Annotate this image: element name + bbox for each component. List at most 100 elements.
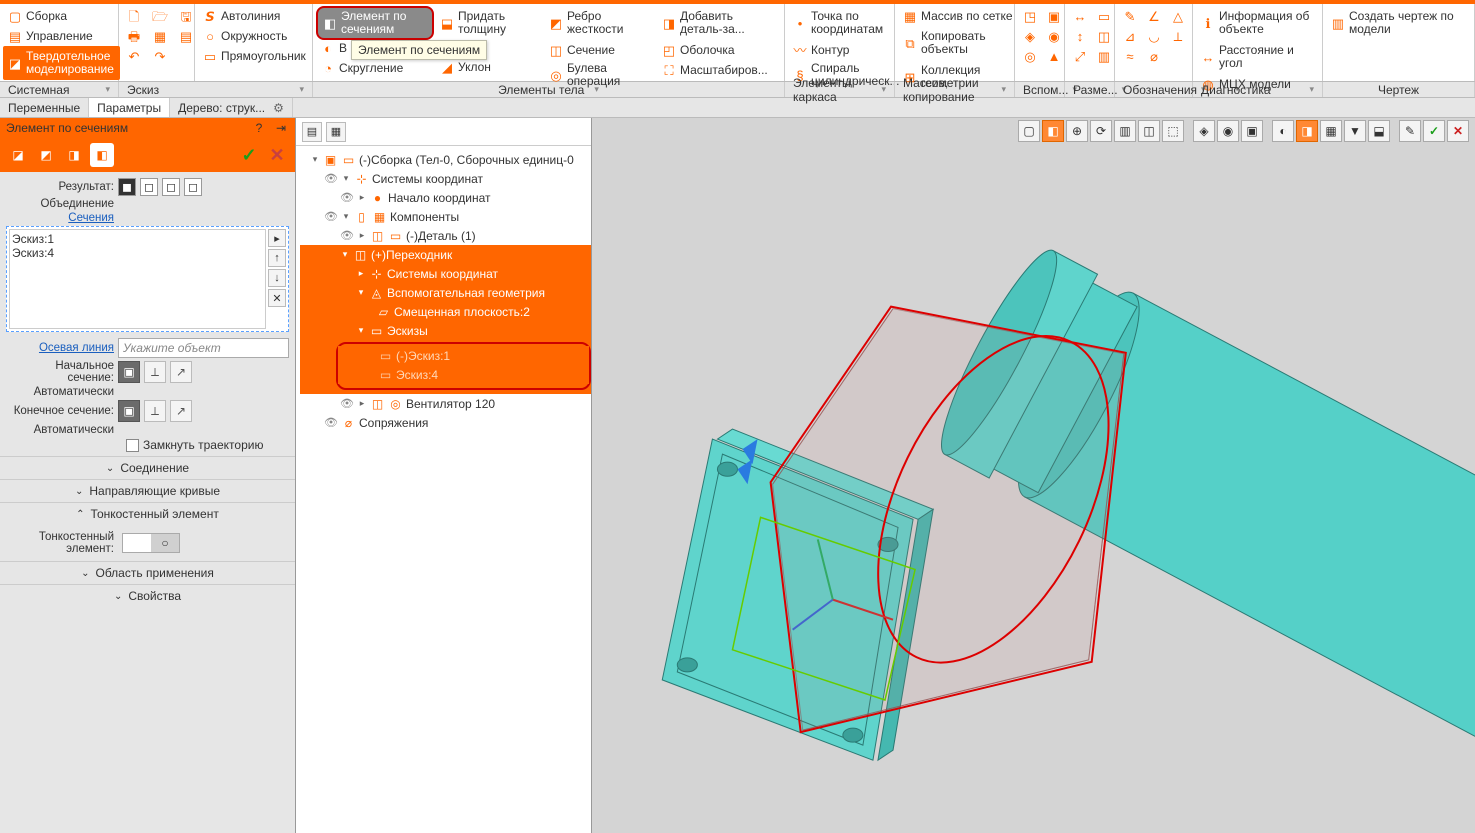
manage-icon: ▤ bbox=[7, 28, 23, 44]
sections-link[interactable]: Сечения bbox=[6, 212, 114, 224]
result-opt3[interactable]: ◻ bbox=[162, 178, 180, 196]
tree-origin[interactable]: 👁▸●Начало координат bbox=[300, 188, 591, 207]
thicken-btn[interactable]: ⬓Придать толщину bbox=[435, 6, 543, 40]
distance-btn[interactable]: ↔Расстояние и угол bbox=[1196, 40, 1319, 74]
assembly-btn[interactable]: ▢Сборка bbox=[3, 6, 120, 26]
tree-panel: ▤ ▦ ▾▣▭(-)Сборка (Тел-0, Сборочных едини… bbox=[296, 118, 592, 833]
draft-btn[interactable]: ◢Уклон bbox=[435, 57, 543, 77]
tree-root[interactable]: ▾▣▭(-)Сборка (Тел-0, Сборочных единиц-0 bbox=[300, 150, 591, 169]
cancel-btn[interactable]: ✕ bbox=[265, 143, 289, 167]
undo-btn[interactable]: ↶ bbox=[122, 46, 146, 66]
boolean-btn[interactable]: ◎Булева операция bbox=[544, 60, 656, 90]
new-btn[interactable]: 🗋 bbox=[122, 6, 146, 26]
print-btn[interactable]: 🖶 bbox=[122, 26, 146, 46]
tree-cs[interactable]: 👁▾⊹Системы координат bbox=[300, 169, 591, 188]
thin-toggle[interactable]: ○ bbox=[122, 533, 180, 553]
fillet-icon: ◔ bbox=[320, 60, 336, 76]
tab-tree[interactable]: Дерево: струк...⚙ bbox=[170, 98, 293, 117]
sketch-icon: ▭ bbox=[369, 323, 384, 338]
list-down[interactable]: ↓ bbox=[268, 269, 286, 287]
manage-btn[interactable]: ▤Управление bbox=[3, 26, 120, 46]
section-item[interactable]: Эскиз:1 bbox=[12, 232, 263, 246]
autoline-btn[interactable]: 𝙎Автолиния bbox=[198, 6, 310, 26]
copy-obj-btn[interactable]: ⧉Копировать объекты bbox=[898, 26, 1017, 60]
mode-1[interactable]: ◪ bbox=[6, 143, 30, 167]
sections-list[interactable]: Эскиз:1 Эскиз:4 ▸ ↑ ↓ ✕ bbox=[6, 226, 289, 332]
solid-modeling-btn[interactable]: ◪Твердотельное моделирование bbox=[3, 46, 120, 80]
tree-mode-1[interactable]: ▤ bbox=[302, 122, 322, 142]
tree-fan[interactable]: 👁▸◫◎Вентилятор 120 bbox=[300, 394, 591, 413]
section-item[interactable]: Эскиз:4 bbox=[12, 246, 263, 260]
tree-sketch4[interactable]: ▭Эскиз:4 bbox=[338, 365, 589, 384]
acc-join[interactable]: ⌄Соединение bbox=[0, 456, 295, 479]
tab-variables[interactable]: Переменные bbox=[0, 98, 89, 117]
mode-4[interactable]: ◧ bbox=[90, 143, 114, 167]
bool-icon: ◎ bbox=[548, 67, 564, 83]
info-btn[interactable]: ℹИнформация об объекте bbox=[1196, 6, 1319, 40]
mates-icon: ⌀ bbox=[341, 415, 356, 430]
tree-mates[interactable]: 👁⌀Сопряжения bbox=[300, 413, 591, 432]
panel-header: Элемент по сечениям ? ⇥ bbox=[0, 118, 295, 138]
tree-mode-2[interactable]: ▦ bbox=[326, 122, 346, 142]
contour-btn[interactable]: 〰Контур bbox=[788, 40, 903, 60]
start-pick[interactable]: ▣ bbox=[118, 361, 140, 383]
pin-icon[interactable]: ⇥ bbox=[273, 120, 289, 136]
round-btn[interactable]: ◔Скругление bbox=[316, 58, 434, 78]
point-icon: • bbox=[792, 15, 808, 31]
grid-icon: ▦ bbox=[902, 8, 918, 24]
tree-part[interactable]: 👁▸◫▭(-)Деталь (1) bbox=[300, 226, 591, 245]
tree-aux[interactable]: ▾◬Вспомогательная геометрия bbox=[300, 283, 591, 302]
rib-btn[interactable]: ◩Ребро жесткости bbox=[544, 6, 656, 40]
scale-btn[interactable]: ⛶Масштабиров... bbox=[657, 60, 779, 80]
result-union[interactable]: ◼ bbox=[118, 178, 136, 196]
point-btn[interactable]: •Точка по координатам bbox=[788, 6, 903, 40]
list-up[interactable]: ↑ bbox=[268, 249, 286, 267]
acc-guides[interactable]: ⌄Направляющие кривые bbox=[0, 479, 295, 502]
gear-icon[interactable]: ⚙ bbox=[273, 101, 284, 115]
apply-btn[interactable]: ✓ bbox=[237, 143, 261, 167]
section-btn[interactable]: ◫Сечение bbox=[544, 40, 656, 60]
mode-2[interactable]: ◩ bbox=[34, 143, 58, 167]
list-add[interactable]: ▸ bbox=[268, 229, 286, 247]
acc-props[interactable]: ⌄Свойства bbox=[0, 584, 295, 607]
contour-icon: 〰 bbox=[792, 42, 808, 58]
shell-btn[interactable]: ◰Оболочка bbox=[657, 40, 779, 60]
circle-icon: ○ bbox=[202, 28, 218, 44]
plane-icon: ▱ bbox=[376, 304, 391, 319]
prop-btn[interactable]: ▦ bbox=[148, 26, 172, 46]
redo-btn[interactable]: ↷ bbox=[148, 46, 172, 66]
close-traj-chk[interactable]: Замкнуть траекторию bbox=[126, 438, 289, 452]
axis-link[interactable]: Осевая линия bbox=[6, 342, 114, 354]
grid-array-btn[interactable]: ▦Массив по сетке bbox=[898, 6, 1017, 26]
rect-icon: ▭ bbox=[202, 48, 218, 64]
end-pick[interactable]: ▣ bbox=[118, 400, 140, 422]
tab-params[interactable]: Параметры bbox=[89, 98, 170, 117]
acc-thin[interactable]: ⌃Тонкостенный элемент bbox=[0, 502, 295, 525]
thicken-icon: ⬓ bbox=[439, 15, 455, 31]
rect-btn[interactable]: ▭Прямоугольник bbox=[198, 46, 310, 66]
list-del[interactable]: ✕ bbox=[268, 289, 286, 307]
acc-scope[interactable]: ⌄Область применения bbox=[0, 561, 295, 584]
open-btn[interactable]: 🗁 bbox=[148, 6, 172, 26]
axis-input[interactable]: Укажите объект bbox=[118, 338, 289, 358]
loft-btn[interactable]: ◧Элемент по сечениям bbox=[316, 6, 434, 40]
scale-icon: ⛶ bbox=[661, 62, 677, 78]
tree-sketches[interactable]: ▾▭Эскизы bbox=[300, 321, 591, 340]
comp-icon: ▯ bbox=[354, 209, 369, 224]
tree-sketch1[interactable]: ▭(-)Эскиз:1 bbox=[338, 346, 589, 365]
tree-plane[interactable]: ▱Смещенная плоскость:2 bbox=[300, 302, 591, 321]
tree-adapter[interactable]: ▾◫(+)Переходник bbox=[300, 245, 591, 264]
draft-icon: ◢ bbox=[439, 59, 455, 75]
help-icon[interactable]: ? bbox=[251, 120, 267, 136]
result-opt4[interactable]: ◻ bbox=[184, 178, 202, 196]
result-opt2[interactable]: ◻ bbox=[140, 178, 158, 196]
part-icon: ◫ bbox=[370, 228, 385, 243]
tree-cs2[interactable]: ▸⊹Системы координат bbox=[300, 264, 591, 283]
mode-3[interactable]: ◨ bbox=[62, 143, 86, 167]
drawing-icon: ▥ bbox=[1330, 15, 1346, 31]
addpart-btn[interactable]: ◨Добавить деталь-за... bbox=[657, 6, 779, 40]
3d-viewport[interactable]: ▢ ◧ ⊕ ⟳ ▥ ◫ ⬚ ◈ ◉ ▣ ◐ ◨ ▦ ▼ ⬓ ✎ ✓ ✕ bbox=[592, 118, 1475, 833]
circle-btn[interactable]: ○Окружность bbox=[198, 26, 310, 46]
tree-components[interactable]: 👁▾▯▦Компоненты bbox=[300, 207, 591, 226]
create-drawing-btn[interactable]: ▥Создать чертеж по модели bbox=[1326, 6, 1471, 40]
